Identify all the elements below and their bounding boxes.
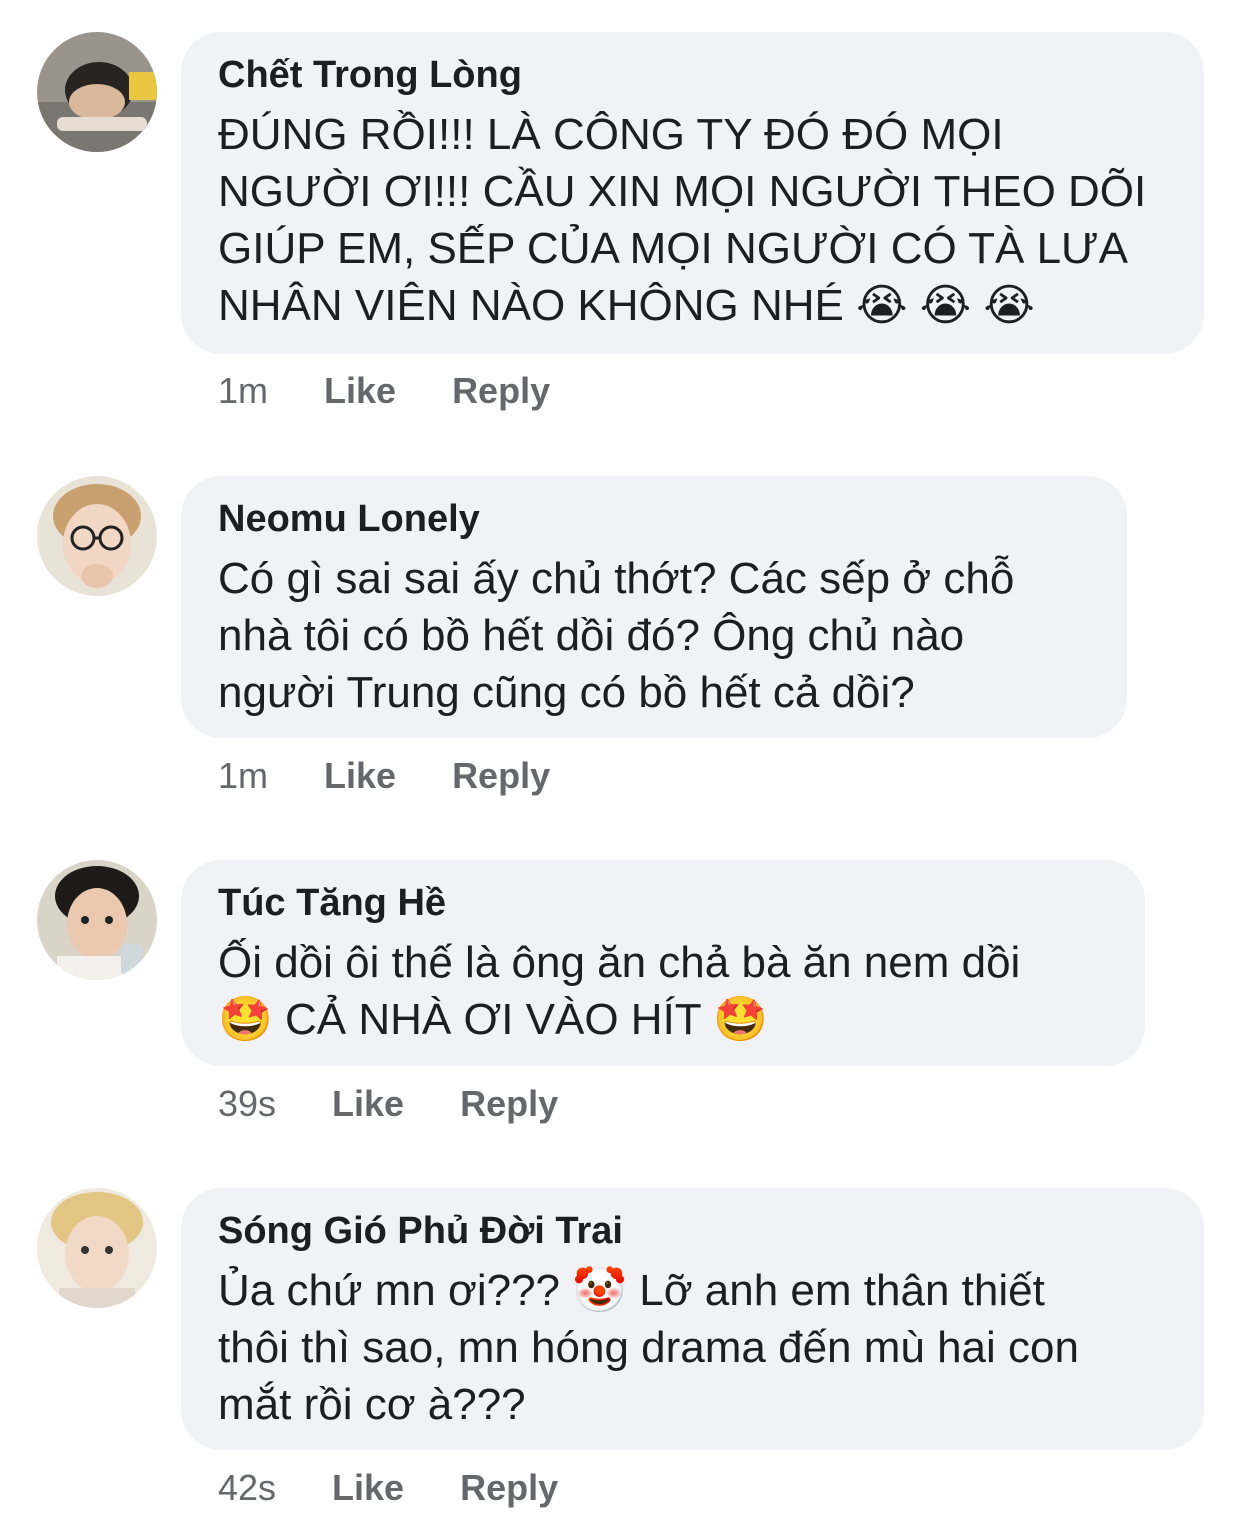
comment-line: Ối dồi ôi thế là ông ăn chả bà ăn nem dồ… <box>218 938 1021 987</box>
comment-actions: 42s Like Reply <box>218 1467 558 1509</box>
comment-bubble: Sóng Gió Phủ Đời Trai Ủa chứ mn ơi??? 🤡 … <box>181 1188 1204 1450</box>
comment-line: Ủa chứ mn ơi??? 🤡 Lỡ anh em thân thiết <box>218 1266 1045 1315</box>
comment-actions: 1m Like Reply <box>218 755 550 797</box>
avatar[interactable] <box>37 32 157 152</box>
comment-author[interactable]: Neomu Lonely <box>218 496 1097 542</box>
comment-text: Ủa chứ mn ơi??? 🤡 Lỡ anh em thân thiết t… <box>218 1262 1174 1433</box>
comment-text: Ối dồi ôi thế là ông ăn chả bà ăn nem dồ… <box>218 934 1115 1048</box>
comment-line: thôi thì sao, mn hóng drama đến mù hai c… <box>218 1323 1079 1372</box>
reply-button[interactable]: Reply <box>460 1083 558 1125</box>
comment-author[interactable]: Túc Tăng Hề <box>218 880 1115 926</box>
comment-actions: 1m Like Reply <box>218 370 550 412</box>
comment-line: NGƯỜI ƠI!!! CẦU XIN MỌI NGƯỜI THEO DÕI <box>218 167 1147 216</box>
comment-line: mắt rồi cơ à??? <box>218 1380 526 1429</box>
reply-button[interactable]: Reply <box>452 370 550 412</box>
comment-time[interactable]: 42s <box>218 1467 276 1509</box>
comment-author[interactable]: Sóng Gió Phủ Đời Trai <box>218 1208 1174 1254</box>
avatar[interactable] <box>37 860 157 980</box>
like-button[interactable]: Like <box>324 755 396 797</box>
comment-time[interactable]: 1m <box>218 370 268 412</box>
comment-line: GIÚP EM, SẾP CỦA MỌI NGƯỜI CÓ TÀ LƯA <box>218 224 1128 273</box>
like-button[interactable]: Like <box>324 370 396 412</box>
comment-bubble: Chết Trong Lòng ĐÚNG RỒI!!! LÀ CÔNG TY Đ… <box>181 32 1204 354</box>
comment-bubble: Neomu Lonely Có gì sai sai ấy chủ thớt? … <box>181 476 1127 738</box>
comment-line: nhà tôi có bồ hết dồi đó? Ông chủ nào <box>218 611 965 660</box>
comment-line: NHÂN VIÊN NÀO KHÔNG NHÉ 😭 😭 😭 <box>218 281 1035 330</box>
reply-button[interactable]: Reply <box>452 755 550 797</box>
comment-bubble: Túc Tăng Hề Ối dồi ôi thế là ông ăn chả … <box>181 860 1145 1066</box>
comment-text: Có gì sai sai ấy chủ thớt? Các sếp ở chỗ… <box>218 550 1097 721</box>
avatar[interactable] <box>37 1188 157 1308</box>
reply-button[interactable]: Reply <box>460 1467 558 1509</box>
comment-actions: 39s Like Reply <box>218 1083 558 1125</box>
comment-text: ĐÚNG RỒI!!! LÀ CÔNG TY ĐÓ ĐÓ MỌI NGƯỜI Ơ… <box>218 106 1174 334</box>
comment-line: 🤩 CẢ NHÀ ƠI VÀO HÍT 🤩 <box>218 995 768 1044</box>
comment-line: người Trung cũng có bồ hết cả dồi? <box>218 668 915 717</box>
comment-line: ĐÚNG RỒI!!! LÀ CÔNG TY ĐÓ ĐÓ MỌI <box>218 110 1004 159</box>
comment-time[interactable]: 39s <box>218 1083 276 1125</box>
avatar[interactable] <box>37 476 157 596</box>
like-button[interactable]: Like <box>332 1083 404 1125</box>
comment-time[interactable]: 1m <box>218 755 268 797</box>
comment-line: Có gì sai sai ấy chủ thớt? Các sếp ở chỗ <box>218 554 1015 603</box>
comment-author[interactable]: Chết Trong Lòng <box>218 52 1174 98</box>
like-button[interactable]: Like <box>332 1467 404 1509</box>
